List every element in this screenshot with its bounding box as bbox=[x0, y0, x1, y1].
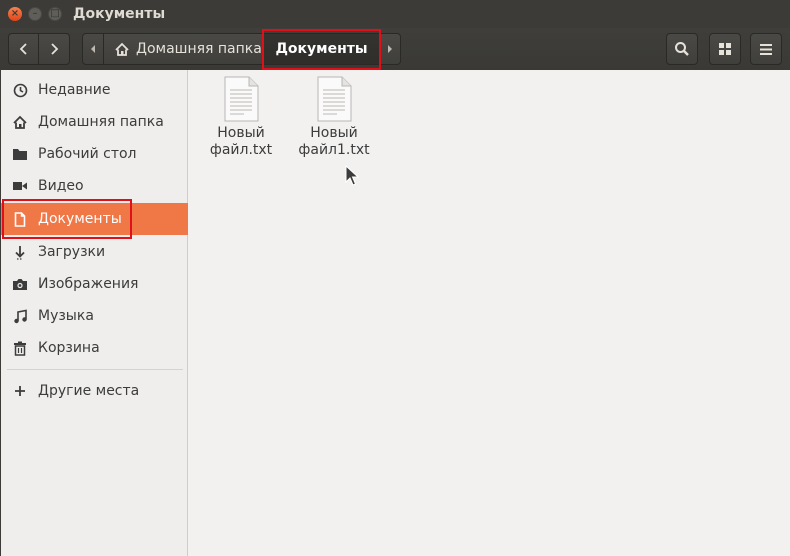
download-icon bbox=[11, 245, 29, 260]
file-item[interactable]: Новый файл.txt bbox=[193, 76, 289, 159]
sidebar-item-music[interactable]: Музыка bbox=[1, 300, 188, 332]
breadcrumb-current[interactable]: Документы bbox=[264, 33, 380, 65]
sidebar-item-label: Изображения bbox=[38, 276, 139, 292]
minimize-icon[interactable]: – bbox=[28, 7, 42, 21]
sidebar-item-other-locations[interactable]: Другие места bbox=[1, 375, 188, 407]
hamburger-menu-icon bbox=[760, 43, 772, 55]
search-button[interactable] bbox=[666, 33, 698, 65]
sidebar-item-label: Рабочий стол bbox=[38, 146, 137, 162]
sidebar-item-pictures[interactable]: Изображения bbox=[1, 268, 188, 300]
menu-button[interactable] bbox=[750, 33, 782, 65]
sidebar: Недавние Домашняя папка Рабочий стол Вид… bbox=[0, 70, 188, 556]
file-name: Новый файл.txt bbox=[193, 125, 289, 159]
sidebar-item-label: Документы bbox=[38, 211, 122, 227]
camera-icon bbox=[11, 278, 29, 291]
breadcrumb-home-label: Домашняя папка bbox=[136, 41, 262, 57]
close-icon[interactable]: × bbox=[8, 7, 22, 21]
forward-button[interactable] bbox=[39, 33, 70, 65]
sidebar-item-label: Домашняя папка bbox=[38, 114, 164, 130]
home-icon bbox=[11, 115, 29, 130]
file-manager-window: × – □ Документы Домашняя папка Документы bbox=[0, 0, 790, 556]
breadcrumb-scroll-left[interactable] bbox=[82, 33, 104, 65]
file-name: Новый файл1.txt bbox=[286, 125, 382, 159]
clock-icon bbox=[11, 83, 29, 98]
triangle-right-icon bbox=[388, 45, 392, 53]
title-bar: × – □ Документы bbox=[0, 0, 790, 28]
window-title: Документы bbox=[73, 6, 166, 22]
file-name-line: Новый bbox=[310, 125, 358, 141]
home-icon bbox=[115, 42, 129, 56]
mouse-pointer-icon bbox=[345, 165, 359, 186]
breadcrumb-scroll-right[interactable] bbox=[380, 33, 401, 65]
trash-icon bbox=[11, 341, 29, 356]
grid-view-icon bbox=[719, 43, 731, 55]
sidebar-divider bbox=[7, 369, 183, 370]
sidebar-item-label: Музыка bbox=[38, 308, 94, 324]
sidebar-item-label: Видео bbox=[38, 178, 84, 194]
file-name-line: файл1.txt bbox=[298, 142, 370, 158]
file-name-line: Новый bbox=[217, 125, 265, 141]
video-icon bbox=[11, 180, 29, 192]
triangle-left-icon bbox=[91, 45, 95, 53]
sidebar-item-label: Другие места bbox=[38, 383, 140, 399]
plus-icon bbox=[11, 385, 29, 397]
sidebar-item-label: Недавние bbox=[38, 82, 111, 98]
text-file-icon bbox=[317, 76, 352, 122]
sidebar-item-documents[interactable]: Документы bbox=[1, 203, 188, 235]
document-icon bbox=[11, 211, 29, 227]
view-mode-button[interactable] bbox=[709, 33, 741, 65]
sidebar-item-videos[interactable]: Видео bbox=[1, 170, 188, 202]
back-button[interactable] bbox=[8, 33, 39, 65]
text-file-icon bbox=[224, 76, 259, 122]
file-name-line: файл.txt bbox=[209, 142, 273, 158]
sidebar-item-recent[interactable]: Недавние bbox=[1, 74, 188, 106]
sidebar-item-downloads[interactable]: Загрузки bbox=[1, 236, 188, 268]
toolbar: Домашняя папка Документы bbox=[0, 28, 790, 70]
folder-icon bbox=[11, 147, 29, 161]
sidebar-item-home[interactable]: Домашняя папка bbox=[1, 106, 188, 138]
music-icon bbox=[11, 309, 29, 324]
breadcrumb-home[interactable]: Домашняя папка bbox=[104, 33, 264, 65]
chevron-right-icon bbox=[51, 43, 59, 55]
sidebar-item-label: Корзина bbox=[38, 340, 100, 356]
file-view[interactable]: Новый файл.txt Новый файл1.txt bbox=[188, 70, 790, 556]
sidebar-item-trash[interactable]: Корзина bbox=[1, 332, 188, 364]
sidebar-item-desktop[interactable]: Рабочий стол bbox=[1, 138, 188, 170]
file-item[interactable]: Новый файл1.txt bbox=[286, 76, 382, 159]
sidebar-item-label: Загрузки bbox=[38, 244, 106, 260]
breadcrumb-current-label: Документы bbox=[275, 41, 368, 57]
chevron-left-icon bbox=[19, 43, 27, 55]
search-icon bbox=[675, 42, 689, 56]
maximize-icon[interactable]: □ bbox=[48, 7, 62, 21]
